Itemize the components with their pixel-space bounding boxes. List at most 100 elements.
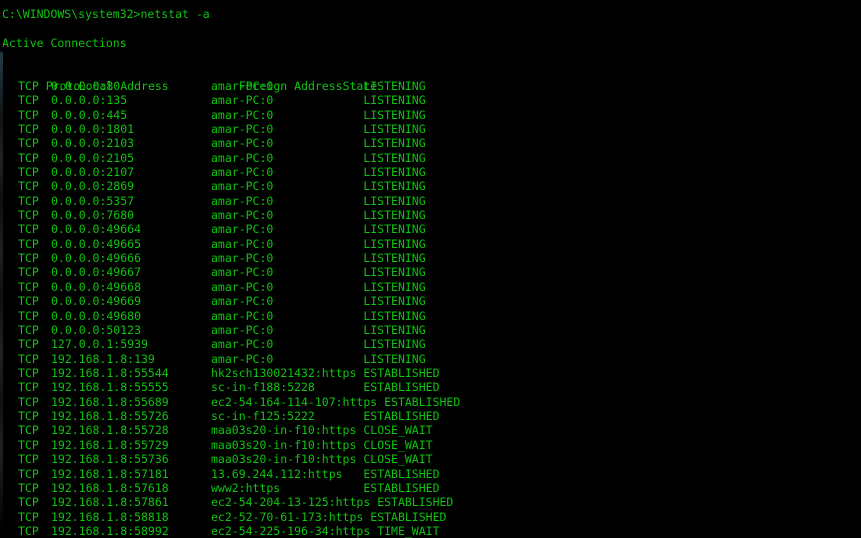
cell-foreign-address: amar-PC:0 [211,164,274,179]
cell-state: LISTENING [363,208,426,223]
cell-foreign-address: amar-PC:0 [211,337,274,352]
cell-spacer [377,395,384,409]
cell-foreign-address: amar-PC:0 [211,236,274,251]
table-row: TCP 0.0.0.0:7680 amar-PC:0 LISTENING [0,208,861,222]
table-row: TCP 192.168.1.8:55736 maa03s20-in-f10:http… [0,452,861,466]
cell-local-address: 0.0.0.0:49666 [51,251,142,266]
cell-state: ESTABLISHED [384,394,461,409]
cell-local-address: 0.0.0.0:80 [51,78,121,93]
cell-proto: TCP [18,93,39,108]
cell-foreign-address: amar-PC:0 [211,121,274,136]
cell-local-address: 0.0.0.0:49680 [51,308,142,323]
cell-foreign-address: amar-PC:0 [211,107,274,122]
cell-spacer [273,136,363,150]
cell-proto: TCP [18,322,39,337]
cell-proto: TCP [18,294,39,309]
table-row: TCP 0.0.0.0:135 amar-PC:0 LISTENING [0,93,861,107]
cell-local-address: 0.0.0.0:1801 [51,121,135,136]
cell-spacer [273,151,363,165]
cell-state: LISTENING [363,107,426,122]
cell-local-address: 0.0.0.0:2107 [51,164,135,179]
cell-proto: TCP [18,164,39,179]
cell-local-address: 0.0.0.0:49664 [51,222,142,237]
cell-proto: TCP [18,351,39,366]
cell-state: CLOSE_WAIT [363,452,433,467]
cell-foreign-address: maa03s20-in-f10:https [211,423,357,438]
cell-foreign-address: maa03s20-in-f10:https [211,452,357,467]
cell-proto: TCP [18,452,39,467]
cell-spacer [273,309,363,323]
cell-local-address: 0.0.0.0:2869 [51,179,135,194]
cell-local-address: 192.168.1.8:57618 [51,480,169,495]
cell-foreign-address: sc-in-f125:5222 [211,409,315,424]
cell-proto: TCP [18,437,39,452]
cell-local-address: 192.168.1.8:58818 [51,509,169,524]
cell-state: ESTABLISHED [363,365,440,380]
cell-local-address: 127.0.0.1:5939 [51,337,148,352]
table-row: TCP 192.168.1.8:55555 sc-in-f188:5228 ESTA… [0,380,861,394]
table-row: TCP 0.0.0.0:2105 amar-PC:0 LISTENING [0,151,861,165]
terminal-console-output[interactable]: C:\WINDOWS\system32>netstat -a Active Co… [0,0,861,538]
cell-foreign-address: sc-in-f188:5228 [211,380,315,395]
cell-foreign-address: ec2-52-70-61-173:https [211,509,364,524]
cell-state: LISTENING [363,93,426,108]
cell-spacer [273,265,363,279]
cell-foreign-address: amar-PC:0 [211,78,274,93]
window-left-edge [0,0,3,531]
cell-local-address: 0.0.0.0:2103 [51,136,135,151]
cell-spacer [273,179,363,193]
cell-spacer [363,510,370,524]
cell-spacer [315,380,363,394]
cell-spacer [273,251,363,265]
cell-proto: TCP [18,222,39,237]
cell-foreign-address: amar-PC:0 [211,294,274,309]
cell-proto: TCP [18,365,39,380]
cell-state: LISTENING [363,78,426,93]
cell-local-address: 192.168.1.8:55736 [51,452,169,467]
cell-spacer [273,294,363,308]
table-row: TCP 192.168.1.8:55726 sc-in-f125:5222 ESTA… [0,409,861,423]
section-title: Active Connections [2,35,127,50]
cell-spacer [273,352,363,366]
table-row: TCP 192.168.1.8:55729 maa03s20-in-f10:http… [0,438,861,452]
table-row: TCP 0.0.0.0:5357 amar-PC:0 LISTENING [0,194,861,208]
cell-foreign-address: www2:https [211,480,281,495]
cell-foreign-address: amar-PC:0 [211,322,274,337]
cell-proto: TCP [18,179,39,194]
cell-state: LISTENING [363,294,426,309]
cell-spacer [273,108,363,122]
cell-state: LISTENING [363,222,426,237]
cell-local-address: 0.0.0.0:5357 [51,193,135,208]
cell-spacer [273,208,363,222]
table-row: TCP 192.168.1.8:57181 13.69.244.112:https … [0,467,861,481]
cell-spacer [273,93,363,107]
table-row: TCP 0.0.0.0:49667 amar-PC:0 LISTENING [0,265,861,279]
table-row: TCP 192.168.1.8:139 amar-PC:0 LISTENING [0,352,861,366]
cell-spacer [273,280,363,294]
cell-local-address: 0.0.0.0:49665 [51,236,142,251]
cell-spacer [315,409,363,423]
table-row: TCP 0.0.0.0:445 amar-PC:0 LISTENING [0,108,861,122]
cell-proto: TCP [18,107,39,122]
cell-local-address: 0.0.0.0:49669 [51,294,142,309]
table-row: TCP 192.168.1.8:57861 ec2-54-204-13-125:ht… [0,495,861,509]
cell-state: ESTABLISHED [377,495,454,510]
cell-state: LISTENING [363,136,426,151]
cell-foreign-address: amar-PC:0 [211,179,274,194]
cell-proto: TCP [18,150,39,165]
table-row: TCP 0.0.0.0:49666 amar-PC:0 LISTENING [0,251,861,265]
cell-spacer [343,467,364,481]
cell-spacer [280,481,363,495]
cell-state: ESTABLISHED [363,380,440,395]
cell-proto: TCP [18,121,39,136]
table-row: TCP 0.0.0.0:49664 amar-PC:0 LISTENING [0,222,861,236]
cell-foreign-address: amar-PC:0 [211,150,274,165]
cell-proto: TCP [18,308,39,323]
cell-spacer [370,495,377,509]
cell-foreign-address: amar-PC:0 [211,279,274,294]
cell-proto: TCP [18,136,39,151]
cell-spacer [356,452,363,466]
cell-local-address: 192.168.1.8:57181 [51,466,169,481]
table-row: TCP 0.0.0.0:80 amar-PC:0 LISTENING [0,79,861,93]
